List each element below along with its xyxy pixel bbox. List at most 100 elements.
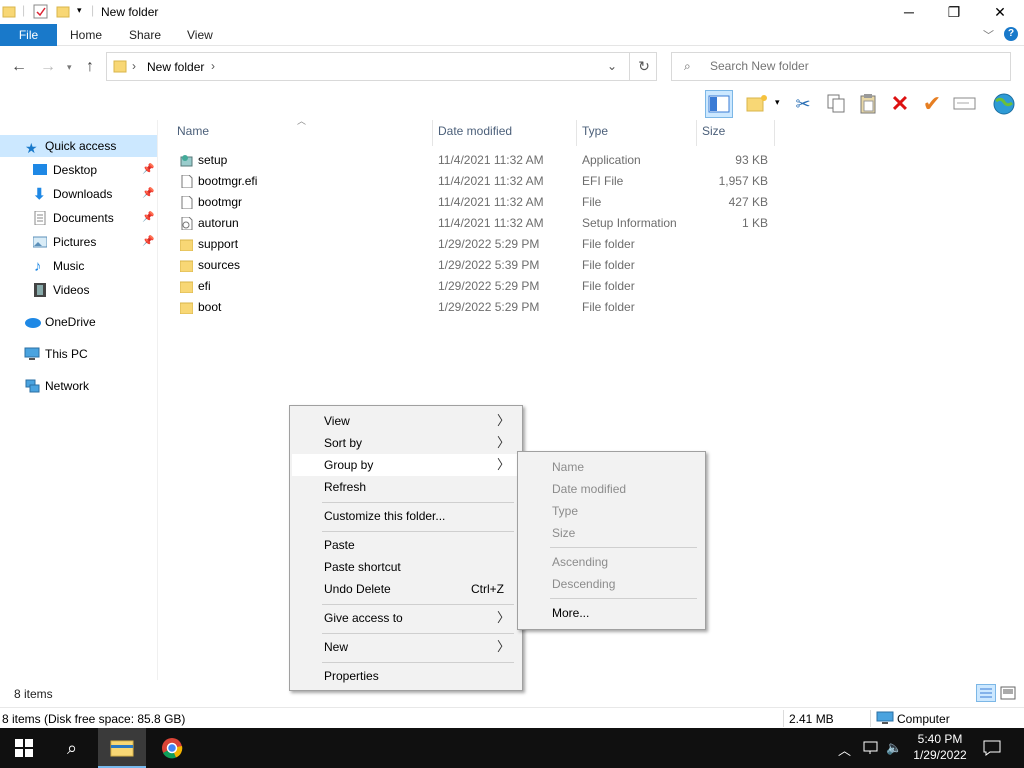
sidebar-item-desktop[interactable]: Desktop 📌 bbox=[0, 159, 157, 181]
sidebar-item-downloads[interactable]: ⬇ Downloads 📌 bbox=[0, 183, 157, 205]
rename-icon[interactable] bbox=[951, 90, 979, 118]
tab-file[interactable]: File bbox=[0, 24, 57, 46]
large-icons-view-icon[interactable] bbox=[1000, 686, 1016, 700]
forward-button[interactable]: → bbox=[40, 58, 56, 76]
sidebar-item-music[interactable]: ♪ Music bbox=[0, 255, 157, 277]
file-row-autorun[interactable]: autorun 11/4/2021 11:32 AM Setup Informa… bbox=[176, 213, 776, 234]
menu-item-refresh[interactable]: Refresh bbox=[292, 476, 520, 498]
pin-icon[interactable]: 📌 bbox=[142, 183, 154, 205]
column-header-size[interactable]: Size bbox=[702, 124, 725, 140]
start-button[interactable] bbox=[0, 728, 48, 768]
clock[interactable]: 5:40 PM 1/29/2022 bbox=[910, 731, 970, 763]
pin-icon[interactable]: 📌 bbox=[142, 159, 154, 181]
breadcrumb-chevron-icon[interactable]: › bbox=[211, 59, 215, 73]
network-tray-icon[interactable] bbox=[862, 741, 880, 755]
submenu-item-ascending[interactable]: Ascending bbox=[520, 551, 703, 573]
sidebar-item-pictures[interactable]: Pictures 📌 bbox=[0, 231, 157, 253]
file-row-efi[interactable]: efi 1/29/2022 5:29 PM File folder bbox=[176, 276, 776, 297]
up-button[interactable]: ↑ bbox=[86, 58, 94, 76]
menu-item-new[interactable]: New 〉 bbox=[292, 636, 520, 658]
file-name: setup bbox=[198, 153, 228, 167]
details-view-button[interactable] bbox=[976, 684, 996, 702]
file-row-support[interactable]: support 1/29/2022 5:29 PM File folder bbox=[176, 234, 776, 255]
chevron-up-icon[interactable]: ︿ bbox=[838, 740, 851, 759]
status-item-count: 8 items bbox=[14, 687, 53, 701]
menu-item-paste-shortcut[interactable]: Paste shortcut bbox=[292, 556, 520, 578]
address-bar[interactable]: › New folder › ⌄ ↻ bbox=[106, 52, 657, 81]
submenu-item-name[interactable]: Name bbox=[520, 456, 703, 478]
column-header-name[interactable]: Name bbox=[177, 124, 209, 140]
menu-item-give-access[interactable]: Give access to 〉 bbox=[292, 607, 520, 629]
sidebar-item-network[interactable]: Network bbox=[0, 375, 157, 397]
sidebar-item-videos[interactable]: Videos bbox=[0, 279, 157, 301]
volume-icon[interactable]: 🔈 bbox=[886, 740, 902, 756]
tab-share[interactable]: Share bbox=[129, 24, 161, 46]
pin-icon[interactable]: 📌 bbox=[142, 207, 154, 229]
notification-icon[interactable] bbox=[983, 740, 1001, 756]
customize-quick-access-icon[interactable]: ▾ bbox=[77, 5, 82, 16]
menu-item-view[interactable]: View 〉 bbox=[292, 410, 520, 432]
file-row-boot[interactable]: boot 1/29/2022 5:29 PM File folder bbox=[176, 297, 776, 318]
tab-view[interactable]: View bbox=[187, 24, 213, 46]
submenu-item-date-modified[interactable]: Date modified bbox=[520, 478, 703, 500]
menu-item-properties[interactable]: Properties bbox=[292, 665, 520, 687]
submenu-item-type[interactable]: Type bbox=[520, 500, 703, 522]
back-button[interactable]: ← bbox=[11, 58, 27, 76]
search-input[interactable] bbox=[710, 59, 1000, 73]
sidebar-item-this-pc[interactable]: This PC bbox=[0, 343, 157, 365]
menu-item-label: View bbox=[324, 414, 350, 428]
menu-item-paste[interactable]: Paste bbox=[292, 534, 520, 556]
menu-item-sort-by[interactable]: Sort by 〉 bbox=[292, 432, 520, 454]
column-header-date[interactable]: Date modified bbox=[438, 124, 512, 140]
column-header-type[interactable]: Type bbox=[582, 124, 608, 140]
computer-icon bbox=[876, 711, 894, 724]
expand-ribbon-icon[interactable]: ﹀ bbox=[983, 27, 994, 43]
cut-icon[interactable]: ✂ bbox=[789, 90, 817, 118]
search-box[interactable]: ⌕ bbox=[671, 52, 1011, 81]
column-divider[interactable] bbox=[696, 120, 697, 146]
breadcrumb[interactable]: New folder bbox=[147, 60, 204, 74]
pane-divider[interactable] bbox=[157, 120, 158, 680]
file-row-setup[interactable]: setup 11/4/2021 11:32 AM Application 93 … bbox=[176, 150, 776, 171]
help-icon[interactable]: ? bbox=[1004, 27, 1018, 41]
refresh-button[interactable]: ↻ bbox=[629, 52, 658, 81]
maximize-button[interactable]: ❐ bbox=[931, 0, 977, 24]
chrome-taskbar-button[interactable] bbox=[148, 728, 196, 768]
pin-icon[interactable]: 📌 bbox=[142, 231, 154, 253]
column-divider[interactable] bbox=[774, 120, 775, 146]
sidebar-item-onedrive[interactable]: OneDrive bbox=[0, 311, 157, 333]
paste-icon[interactable] bbox=[854, 90, 882, 118]
submenu-item-descending[interactable]: Descending bbox=[520, 573, 703, 595]
menu-item-customize-folder[interactable]: Customize this folder... bbox=[292, 505, 520, 527]
globe-icon[interactable] bbox=[990, 90, 1018, 118]
sidebar-item-label: Videos bbox=[53, 283, 90, 297]
copy-icon[interactable] bbox=[822, 90, 850, 118]
chevron-down-icon[interactable]: ⌄ bbox=[607, 59, 617, 73]
minimize-button[interactable]: ─ bbox=[886, 0, 932, 24]
file-row-bootmgr[interactable]: bootmgr 11/4/2021 11:32 AM File 427 KB bbox=[176, 192, 776, 213]
properties-icon[interactable] bbox=[33, 4, 48, 19]
file-row-bootmgr-efi[interactable]: bootmgr.efi 11/4/2021 11:32 AM EFI File … bbox=[176, 171, 776, 192]
menu-item-undo-delete[interactable]: Undo Delete Ctrl+Z bbox=[292, 578, 520, 600]
tab-home[interactable]: Home bbox=[70, 24, 102, 46]
column-divider[interactable] bbox=[576, 120, 577, 146]
sidebar-item-documents[interactable]: Documents 📌 bbox=[0, 207, 157, 229]
menu-item-group-by[interactable]: Group by 〉 bbox=[292, 454, 520, 476]
delete-icon[interactable]: ✕ bbox=[886, 90, 914, 118]
search-icon[interactable]: ⌕ bbox=[48, 728, 96, 768]
new-folder-quick-icon[interactable] bbox=[56, 4, 70, 18]
recent-locations-button[interactable]: ▾ bbox=[67, 62, 72, 73]
submenu-item-size[interactable]: Size bbox=[520, 522, 703, 544]
chevron-down-icon[interactable]: ▾ bbox=[775, 97, 780, 108]
submenu-item-more[interactable]: More... bbox=[520, 602, 703, 624]
file-explorer-taskbar-button[interactable] bbox=[98, 728, 146, 768]
new-folder-icon[interactable] bbox=[743, 90, 771, 118]
file-row-sources[interactable]: sources 1/29/2022 5:39 PM File folder bbox=[176, 255, 776, 276]
menu-item-label: Paste bbox=[324, 538, 355, 552]
close-button[interactable]: ✕ bbox=[977, 0, 1023, 24]
sidebar-item-quick-access[interactable]: ★ Quick access bbox=[0, 135, 157, 157]
details-pane-icon[interactable] bbox=[705, 90, 733, 118]
check-icon[interactable]: ✔ bbox=[918, 90, 946, 118]
breadcrumb-chevron-icon[interactable]: › bbox=[132, 59, 136, 73]
column-divider[interactable] bbox=[432, 120, 433, 146]
